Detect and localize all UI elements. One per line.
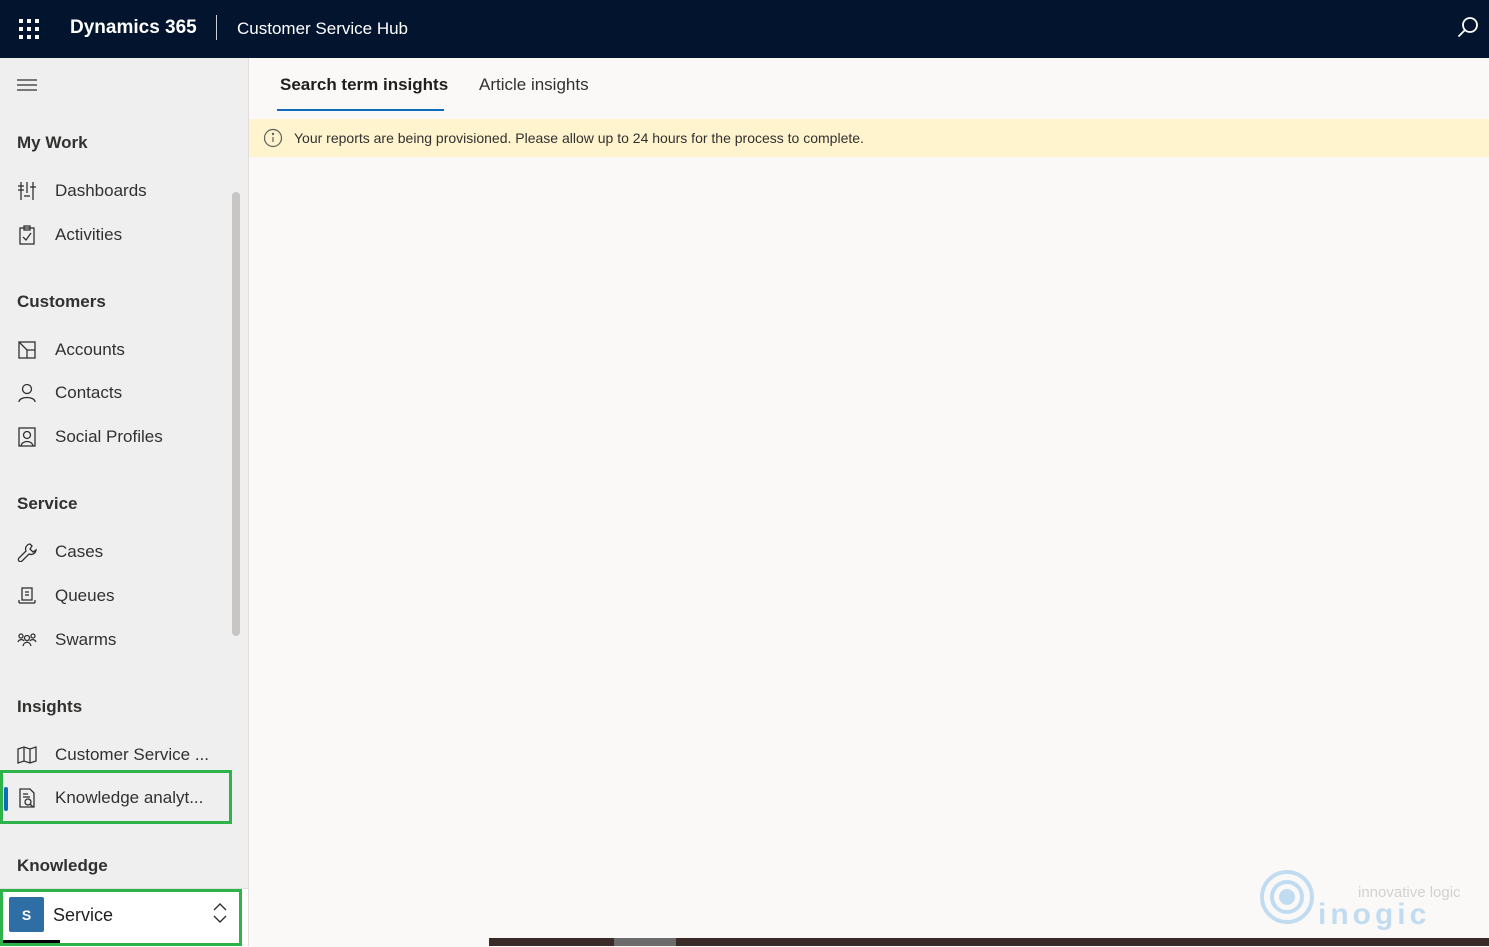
notification-banner: Your reports are being provisioned. Plea…	[249, 119, 1489, 157]
account-icon	[18, 341, 36, 359]
brand-title[interactable]: Dynamics 365	[70, 17, 197, 39]
sitemap-sidebar: My Work Dashboards Activities Customers …	[0, 58, 249, 947]
area-label: Service	[53, 905, 114, 925]
sidebar-item-label: Cases	[55, 542, 104, 561]
sidebar-item-social-profiles[interactable]: Social Profiles	[0, 417, 232, 457]
sidebar-item-accounts[interactable]: Accounts	[0, 330, 232, 370]
taskbar-strip	[489, 938, 1489, 946]
chevron-updown-icon[interactable]	[211, 901, 229, 925]
waffle-icon[interactable]	[0, 0, 58, 58]
sidebar-item-queues[interactable]: Queues	[0, 576, 232, 616]
sidebar-scrollbar[interactable]	[232, 192, 240, 636]
knowledge-report-icon	[19, 788, 35, 808]
dashboard-icon	[18, 182, 36, 200]
section-service: Service	[17, 494, 78, 513]
sidebar-item-label: Activities	[55, 225, 123, 244]
sidebar-item-contacts[interactable]: Contacts	[0, 373, 232, 413]
area-switcher[interactable]: S Service	[0, 888, 248, 947]
person-icon	[18, 383, 36, 403]
app-title[interactable]: Customer Service Hub	[237, 19, 408, 39]
tab-article-insights[interactable]: Article insights	[479, 75, 589, 95]
section-customers: Customers	[17, 292, 106, 311]
inogic-watermark-logo: innovative logic inogic	[1258, 864, 1473, 931]
sidebar-item-label: Customer Service ...	[55, 745, 209, 764]
sidebar-item-label: Contacts	[55, 383, 123, 402]
area-underline	[0, 940, 60, 945]
banner-message: Your reports are being provisioned. Plea…	[294, 130, 864, 146]
tab-search-term-insights[interactable]: Search term insights	[280, 75, 448, 95]
avatar: S	[9, 897, 44, 932]
sidebar-item-label: Knowledge analyt...	[55, 788, 204, 807]
book-icon	[17, 746, 37, 764]
sidebar-item-activities[interactable]: Activities	[0, 215, 232, 255]
watermark-name: inogic	[1318, 898, 1431, 931]
queue-icon	[18, 587, 36, 604]
social-profile-icon	[18, 427, 36, 447]
sidebar-item-label: Queues	[55, 586, 115, 605]
top-navigation-bar: Dynamics 365 Customer Service Hub	[0, 0, 1489, 58]
active-tab-indicator	[277, 109, 444, 111]
people-icon	[17, 633, 37, 647]
sidebar-item-knowledge-analytics[interactable]: Knowledge analyt...	[0, 778, 232, 818]
sidebar-item-dashboards[interactable]: Dashboards	[0, 171, 232, 211]
info-icon	[263, 128, 283, 148]
sidebar-item-label: Dashboards	[55, 181, 147, 200]
section-knowledge: Knowledge	[17, 856, 108, 875]
sidebar-item-customer-service-analytics[interactable]: Customer Service ...	[0, 735, 232, 775]
selected-indicator	[4, 787, 8, 811]
sidebar-item-swarms[interactable]: Swarms	[0, 620, 232, 660]
clipboard-icon	[19, 225, 35, 245]
sidebar-item-label: Accounts	[55, 340, 125, 359]
section-insights: Insights	[17, 697, 83, 716]
wrench-icon	[17, 543, 37, 562]
search-icon[interactable]	[1455, 15, 1481, 41]
sidebar-item-cases[interactable]: Cases	[0, 532, 232, 572]
sidebar-item-label: Social Profiles	[55, 427, 163, 446]
title-divider	[216, 15, 217, 40]
section-my-work: My Work	[17, 133, 88, 152]
hamburger-menu-icon[interactable]	[17, 78, 37, 92]
sidebar-item-label: Swarms	[55, 630, 117, 649]
